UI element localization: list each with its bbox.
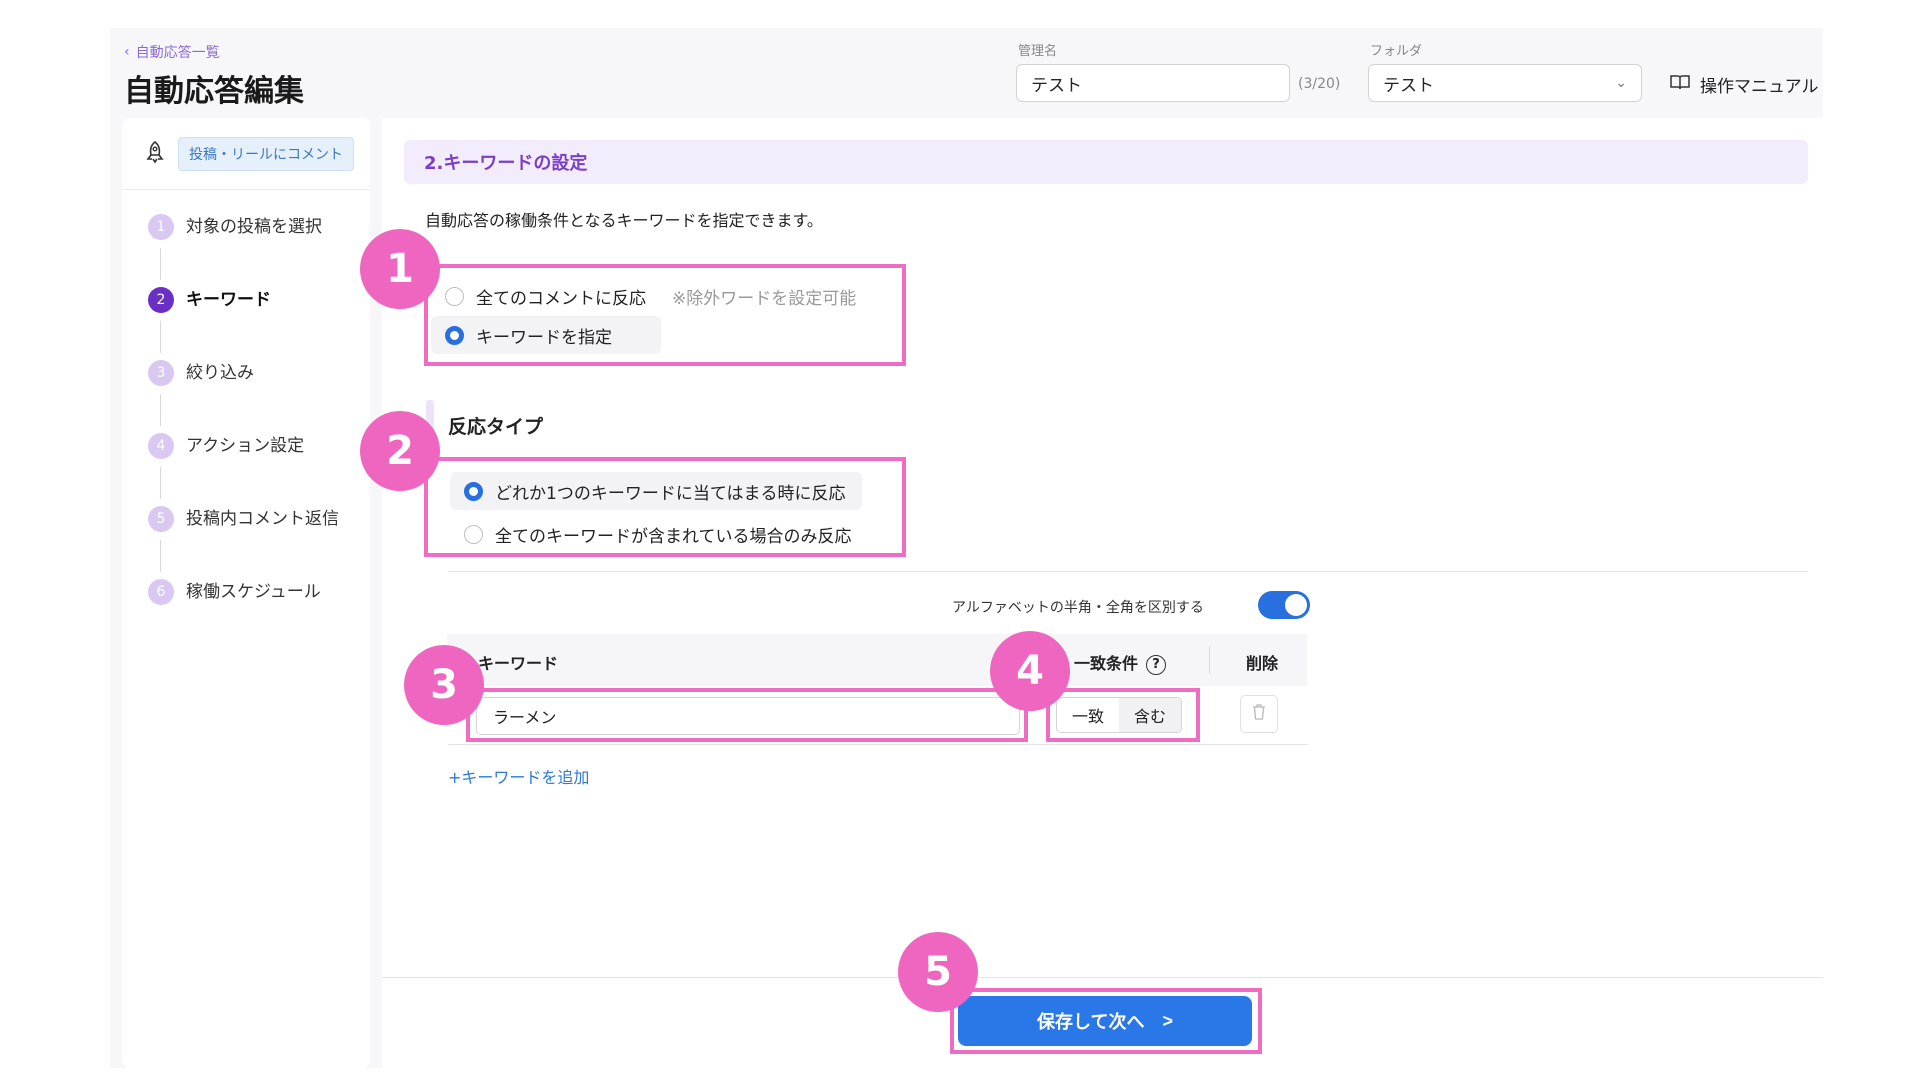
col-match: 一致条件? [1074,650,1167,675]
annotation-marker-1: 1 [360,229,440,309]
width-toggle-label: アルファベットの半角・全角を区別する [952,600,1204,616]
section-description: 自動応答の稼働条件となるキーワードを指定できます。 [425,211,823,230]
annotation-marker-4: 4 [990,631,1070,711]
folder-select[interactable]: テスト ⌄ [1368,64,1642,102]
column-separator [1209,646,1210,674]
step-item-6[interactable]: 6 稼働スケジュール [122,579,370,652]
main-panel [382,118,1823,1068]
name-counter: (3/20) [1298,76,1341,92]
folder-label: フォルダ [1370,44,1423,59]
step-number: 1 [148,214,174,240]
add-keyword-link[interactable]: +キーワードを追加 [448,764,589,788]
step-item-4[interactable]: 4 アクション設定 [122,433,370,506]
step-number: 5 [148,506,174,532]
sidebar-type: 投稿・リールにコメント [122,118,370,190]
annotation-marker-3: 3 [404,645,484,725]
sidebar: 投稿・リールにコメント 1 対象の投稿を選択 2 キーワード 3 絞り込み 4 … [122,118,370,1068]
highlight-box-1 [424,264,906,366]
step-label: キーワード [186,290,271,310]
step-number: 6 [148,579,174,605]
name-label: 管理名 [1018,44,1058,59]
highlight-box-3 [466,688,1028,742]
chevron-down-icon: ⌄ [1615,75,1627,91]
step-label: 絞り込み [186,363,254,383]
back-link-label: 自動応答一覧 [135,45,220,61]
book-icon [1670,74,1690,95]
highlight-box-5 [950,988,1262,1054]
step-label: 稼働スケジュール [186,582,321,602]
step-label: 投稿内コメント返信 [186,509,339,529]
back-link[interactable]: ‹ 自動応答一覧 [124,42,220,62]
help-icon[interactable]: ? [1146,654,1167,675]
col-delete: 削除 [1246,654,1279,673]
col-match-label: 一致条件 [1074,654,1139,673]
step-connector [160,321,161,353]
name-input[interactable]: テスト [1016,64,1290,102]
step-connector [160,248,161,280]
col-keyword: キーワード [478,654,559,673]
page-title: 自動応答編集 [124,74,304,109]
row-divider [448,744,1308,745]
highlight-box-2 [424,457,906,557]
annotation-marker-2: 2 [360,411,440,491]
manual-link[interactable]: 操作マニュアル [1670,72,1819,97]
step-item-5[interactable]: 5 投稿内コメント返信 [122,506,370,579]
step-item-2[interactable]: 2 キーワード [122,287,370,360]
rocket-icon [144,140,166,168]
step-number: 4 [148,433,174,459]
step-connector [160,467,161,499]
step-label: 対象の投稿を選択 [186,217,322,237]
footer-divider [382,977,1823,978]
trash-icon [1252,704,1266,724]
section-title: 2.キーワードの設定 [404,140,1808,184]
step-list: 1 対象の投稿を選択 2 キーワード 3 絞り込み 4 アクション設定 5 投稿… [122,190,370,652]
folder-select-value: テスト [1383,75,1434,96]
width-toggle[interactable] [1258,591,1310,619]
manual-link-label: 操作マニュアル [1700,77,1819,97]
step-number: 2 [148,287,174,313]
type-badge: 投稿・リールにコメント [178,136,354,171]
divider [448,571,1808,572]
highlight-box-4 [1046,688,1200,742]
delete-keyword-button[interactable] [1240,695,1278,733]
step-item-1[interactable]: 1 対象の投稿を選択 [122,214,370,287]
step-number: 3 [148,360,174,386]
annotation-marker-5: 5 [898,932,978,1012]
keyword-table-header [447,634,1307,686]
step-item-3[interactable]: 3 絞り込み [122,360,370,433]
step-label: アクション設定 [186,436,305,456]
step-connector [160,540,161,572]
chevron-left-icon: ‹ [124,44,130,60]
step-connector [160,394,161,426]
reaction-type-heading: 反応タイプ [448,416,544,438]
